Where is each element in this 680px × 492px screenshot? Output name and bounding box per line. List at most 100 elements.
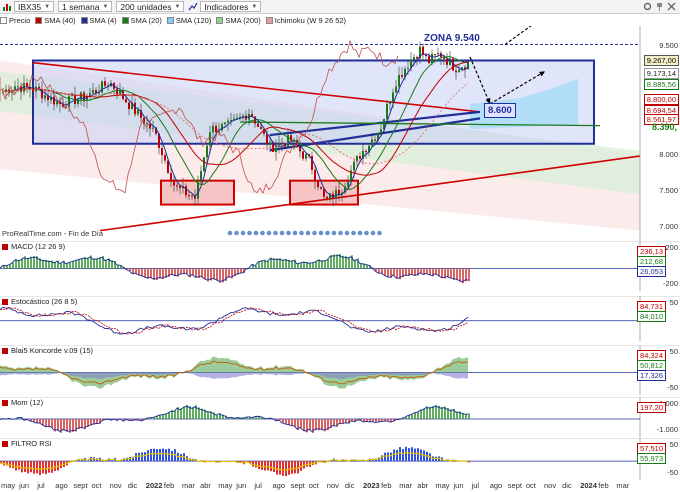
macd-pane[interactable]: [0, 241, 680, 291]
candle-body: [191, 195, 193, 197]
rsi-bar: [39, 461, 41, 476]
indicator-tick-label: 200: [665, 243, 678, 252]
histogram-bar: [174, 410, 176, 419]
histogram-bar: [183, 406, 185, 419]
estocastico-pane[interactable]: [0, 296, 680, 341]
month-label: oct: [91, 481, 102, 490]
price-chart[interactable]: [0, 26, 680, 241]
rsi-bar: [165, 449, 167, 462]
indicators-label: Indicadores: [204, 1, 249, 12]
news-icon: [247, 230, 252, 236]
month-label: dic: [562, 481, 572, 490]
candle-body: [188, 195, 190, 197]
price-box-1: 9.173,14: [643, 68, 679, 79]
histogram-bar: [30, 256, 32, 269]
chevron-down-icon: ▼: [251, 3, 258, 10]
indicator-tick-label: 50: [669, 440, 678, 449]
histogram-bar: [438, 268, 440, 277]
legend-item[interactable]: SMA (20): [121, 16, 162, 25]
rsi-bar: [393, 449, 395, 462]
mom-pane[interactable]: [0, 397, 680, 437]
macd-title[interactable]: MACD (12 26 9): [2, 242, 65, 251]
legend-item[interactable]: SMA (40): [35, 16, 76, 25]
legend-item[interactable]: SMA (120): [166, 16, 211, 25]
estocastico-title[interactable]: Estocástico (26 8 5): [2, 297, 77, 306]
rsi-bar: [162, 448, 164, 462]
candle-body: [299, 146, 301, 152]
candle-body: [146, 122, 148, 124]
candle-body: [224, 122, 226, 124]
chart-icon[interactable]: [2, 2, 12, 12]
news-icon: [325, 230, 330, 236]
month-label: mar: [399, 481, 413, 490]
indicator-tick-label: 50: [669, 347, 678, 356]
period-select[interactable]: 1 semana ▼: [58, 1, 113, 12]
filtro-pane[interactable]: [0, 438, 680, 480]
histogram-bar: [276, 258, 278, 269]
year-label: 2023: [363, 481, 380, 490]
month-label: may: [218, 481, 233, 490]
symbol-select[interactable]: IBX35 ▼: [14, 1, 55, 12]
candle-body: [437, 53, 439, 55]
price-tick-label: 9.500: [659, 41, 678, 50]
month-label: feb: [381, 481, 392, 490]
candle-body: [353, 161, 355, 171]
rsi-bar: [21, 461, 23, 473]
rsi-bar: [42, 461, 44, 474]
blai5-title[interactable]: Blai5 Koncorde v.09 (15): [2, 346, 93, 355]
indicator-color-icon: [2, 347, 8, 354]
month-label: jul: [37, 481, 45, 490]
candle-body: [134, 102, 136, 115]
rsi-bar: [411, 447, 413, 462]
rsi-bar: [264, 461, 266, 471]
candle-body: [374, 139, 376, 141]
candle-body: [317, 180, 319, 188]
histogram-bar: [456, 268, 458, 281]
histogram-bar: [468, 413, 470, 419]
month-label: dic: [344, 481, 355, 490]
candle-body: [209, 132, 211, 146]
candle-body: [458, 69, 460, 73]
blai5-pane[interactable]: [0, 345, 680, 395]
news-icon: [292, 230, 298, 236]
histogram-bar: [99, 257, 101, 269]
legend-item[interactable]: SMA (4): [80, 16, 117, 25]
legend-item[interactable]: Precio: [0, 16, 30, 25]
histogram-bar: [75, 259, 77, 269]
units-select[interactable]: 200 unidades ▼: [116, 1, 185, 12]
candle-body: [242, 115, 244, 117]
histogram-bar: [318, 419, 320, 431]
candle-body: [212, 125, 214, 133]
histogram-bar: [204, 268, 206, 280]
mom-title[interactable]: Mom (12): [2, 398, 43, 407]
news-icon: [318, 230, 324, 236]
filtro-title[interactable]: FILTRO RSI: [2, 439, 52, 448]
month-label: sept: [73, 481, 88, 490]
symbol-label: IBX35: [18, 1, 42, 12]
legend-item[interactable]: SMA (200): [216, 16, 261, 25]
month-label: feb: [163, 481, 175, 490]
candle-body: [425, 54, 427, 57]
indicators-button[interactable]: Indicadores ▼: [200, 1, 262, 12]
month-label: sept: [507, 481, 522, 490]
histogram-bar: [201, 268, 203, 277]
rsi-bar: [273, 461, 275, 472]
indicator-color-icon: [2, 298, 8, 305]
legend-label: SMA (200): [225, 16, 261, 25]
candle-body: [137, 109, 139, 115]
histogram-bar: [144, 268, 146, 278]
close-icon[interactable]: [667, 2, 676, 13]
rsi-bar: [33, 461, 35, 474]
candle-body: [176, 185, 178, 187]
settings-icon[interactable]: [643, 2, 652, 13]
candle-body: [392, 92, 394, 103]
legend-item[interactable]: Ichimoku (W 9 26 52): [265, 16, 346, 25]
month-label: dic: [127, 481, 138, 490]
news-icon: [357, 230, 363, 236]
indicator-value-box: 17,326: [637, 370, 666, 381]
histogram-bar: [441, 407, 443, 419]
rsi-bar: [279, 461, 281, 475]
news-icon: [253, 230, 259, 236]
histogram-bar: [450, 268, 452, 279]
pin-icon[interactable]: [655, 2, 664, 13]
